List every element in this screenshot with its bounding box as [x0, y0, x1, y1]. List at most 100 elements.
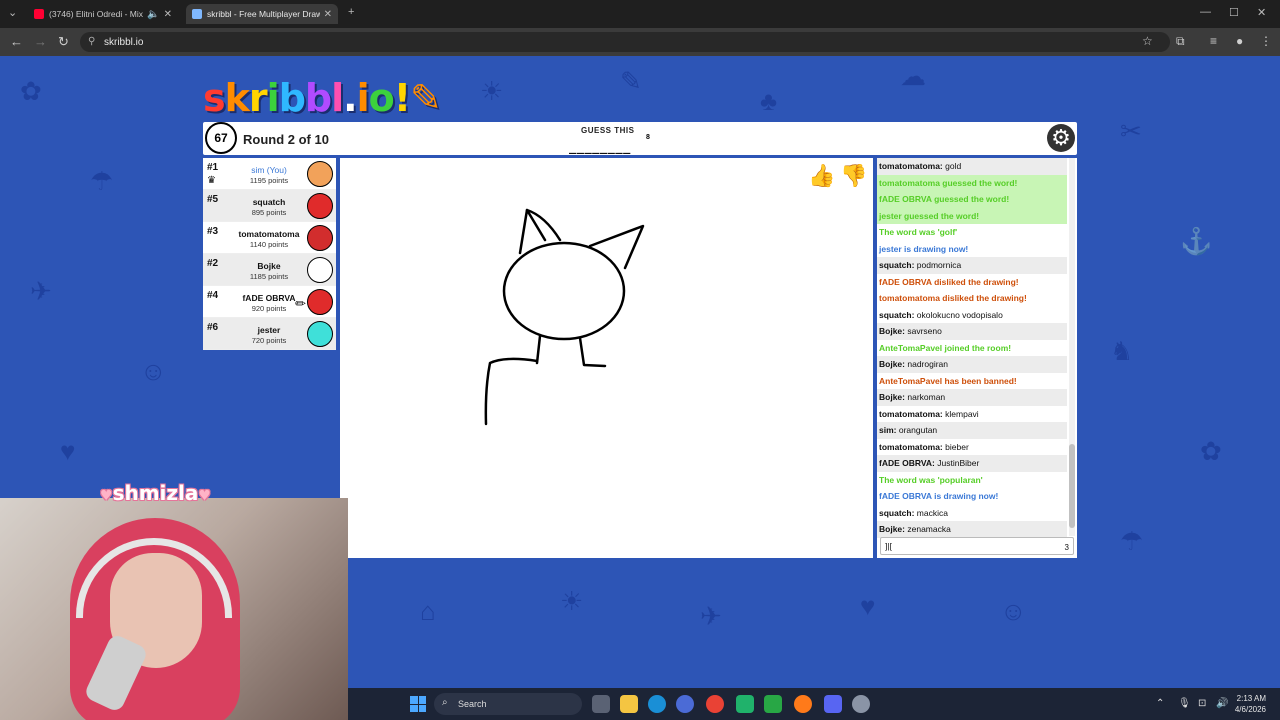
- file-explorer-icon[interactable]: [620, 695, 638, 713]
- chat-message: fADE OBRVA: JustinBiber: [877, 455, 1067, 472]
- player-rank: #3: [207, 226, 219, 237]
- logo-letter: .: [343, 76, 357, 120]
- tab-list-icon[interactable]: ⌄: [8, 6, 17, 19]
- reading-list-icon[interactable]: ≡: [1210, 34, 1217, 48]
- player-row[interactable]: #1 sim (You) 1195 points ♛: [203, 158, 336, 190]
- logo-letter: b: [278, 76, 306, 120]
- logo-letter: k: [224, 76, 250, 120]
- crown-icon: ♛: [207, 175, 216, 186]
- chrome-icon[interactable]: [706, 695, 724, 713]
- chat-text: klempavi: [945, 408, 979, 419]
- tab-skribbl[interactable]: skribbl - Free Multiplayer Drawi ✕: [186, 4, 338, 24]
- windows-start-icon[interactable]: [410, 696, 426, 712]
- thumbs-up-icon[interactable]: 👍: [808, 162, 836, 190]
- cat-neck-stroke: [535, 334, 542, 365]
- forward-icon[interactable]: →: [34, 34, 47, 49]
- system-time: 2:13 AM: [1236, 694, 1266, 703]
- system-clock[interactable]: 2:13 AM 4/6/2026: [1235, 693, 1266, 715]
- volume-icon[interactable]: 🔊: [1216, 698, 1228, 709]
- avatar: [307, 193, 333, 219]
- chat-text: tomatomatoma disliked the drawing!: [879, 293, 1027, 303]
- doodle-icon: ✂: [1120, 116, 1142, 146]
- system-date: 4/6/2026: [1234, 705, 1266, 714]
- chat-text: fADE OBRVA guessed the word!: [879, 194, 1010, 204]
- cat-body-stroke: [484, 357, 539, 426]
- chat-message: AnteTomaPavel has been banned!: [877, 373, 1067, 390]
- player-rank: #1: [207, 162, 219, 173]
- app-icon[interactable]: [764, 695, 782, 713]
- gear-icon[interactable]: ⚙: [1047, 124, 1075, 152]
- edge-icon[interactable]: [648, 695, 666, 713]
- menu-dots-icon[interactable]: ⋮: [1260, 34, 1272, 48]
- player-row[interactable]: #2 Bojke 1185 points: [203, 254, 336, 286]
- logo-letter: !: [393, 76, 411, 120]
- settings-app-icon[interactable]: [852, 695, 870, 713]
- player-row[interactable]: #3 tomatomatoma 1140 points: [203, 222, 336, 254]
- close-tab-icon[interactable]: ✕: [324, 9, 332, 20]
- doodle-icon: ☀: [560, 586, 584, 616]
- heart-icon: ♥: [100, 488, 113, 504]
- close-tab-icon[interactable]: ✕: [164, 9, 172, 20]
- thumbs-down-icon[interactable]: 👎: [840, 162, 868, 190]
- profile-avatar-icon[interactable]: ●: [1236, 34, 1243, 48]
- chat-message: tomatomatoma: bieber: [877, 439, 1067, 456]
- search-label: Search: [458, 699, 487, 709]
- cat-right-ear-stroke: [588, 224, 645, 270]
- maximize-icon[interactable]: ☐: [1229, 6, 1239, 19]
- hint-title: GUESS THIS: [581, 126, 635, 135]
- minimize-icon[interactable]: —: [1200, 6, 1211, 18]
- avatar: [307, 161, 333, 187]
- new-tab-icon[interactable]: +: [348, 6, 354, 18]
- skribbl-favicon-icon: [192, 9, 202, 19]
- player-row[interactable]: #4 fADE OBRVA 920 points ✏: [203, 286, 336, 318]
- chat-text: The word was 'popularan': [879, 474, 983, 485]
- player-row[interactable]: #5 squatch 895 points: [203, 190, 336, 222]
- microphone-tray-icon[interactable]: 🎙: [1178, 698, 1191, 709]
- network-icon[interactable]: ⊡: [1198, 698, 1206, 709]
- site-info-icon[interactable]: ⚲: [88, 36, 95, 47]
- chat-user: Bojke:: [879, 392, 905, 402]
- chat-message: The word was 'golf': [877, 224, 1067, 241]
- chat-user: Bojke:: [879, 359, 905, 369]
- chat-text: nadrogiran: [907, 359, 948, 369]
- doodle-icon: ✿: [1200, 436, 1222, 466]
- tab-youtube[interactable]: (3746) Elitni Odredi - Mix ( 🔈 ✕: [28, 4, 178, 24]
- player-name: squatch: [252, 197, 286, 207]
- app-icon[interactable]: [676, 695, 694, 713]
- back-icon[interactable]: ←: [10, 34, 23, 49]
- taskbar-search[interactable]: ⌕ Search: [434, 693, 582, 715]
- player-row[interactable]: #6 jester 720 points: [203, 318, 336, 350]
- round-label: Round 2 of 10: [243, 132, 329, 147]
- chat-user: squatch:: [879, 260, 915, 270]
- tray-overflow-icon[interactable]: ⌃: [1156, 698, 1164, 709]
- url-field[interactable]: ⚲ skribbl.io: [80, 32, 1170, 52]
- chat-message: fADE OBRVA guessed the word!: [877, 191, 1067, 208]
- bookmark-star-icon[interactable]: ☆: [1142, 34, 1153, 48]
- chat-message: squatch: mackica: [877, 505, 1067, 522]
- logo-letter: i: [356, 76, 370, 120]
- chat-message: squatch: okolokucno vodopisalo: [877, 307, 1067, 324]
- close-window-icon[interactable]: ✕: [1257, 6, 1266, 19]
- avatar: [307, 289, 333, 315]
- chat-user: squatch:: [879, 309, 915, 320]
- chat-scrollbar[interactable]: [1069, 158, 1075, 536]
- drawing-canvas[interactable]: 👍 👎: [340, 158, 873, 558]
- game-header: 67 Round 2 of 10 GUESS THIS ________ 8 ⚙: [203, 122, 1077, 155]
- chat-message: sim: orangutan: [877, 422, 1067, 439]
- streamer-name-overlay: ♥shmizla♥: [100, 481, 211, 505]
- task-view-icon[interactable]: [592, 695, 610, 713]
- cat-leg-stroke: [578, 336, 607, 368]
- chat-text: okolokucno vodopisalo: [916, 309, 1003, 320]
- discord-icon[interactable]: [824, 695, 842, 713]
- extensions-icon[interactable]: ⧉: [1176, 34, 1185, 49]
- chat-input[interactable]: ]|[: [880, 537, 1074, 555]
- word-length: 8: [646, 134, 650, 141]
- reload-icon[interactable]: ↻: [58, 34, 69, 50]
- doodle-icon: ☂: [90, 166, 114, 196]
- chat-user: tomatomatoma:: [879, 408, 943, 419]
- chat-user: Bojke:: [879, 524, 905, 534]
- firefox-icon[interactable]: [794, 695, 812, 713]
- chat-text: gold: [945, 161, 962, 171]
- app-icon[interactable]: [736, 695, 754, 713]
- chat-scroll-thumb[interactable]: [1069, 444, 1075, 528]
